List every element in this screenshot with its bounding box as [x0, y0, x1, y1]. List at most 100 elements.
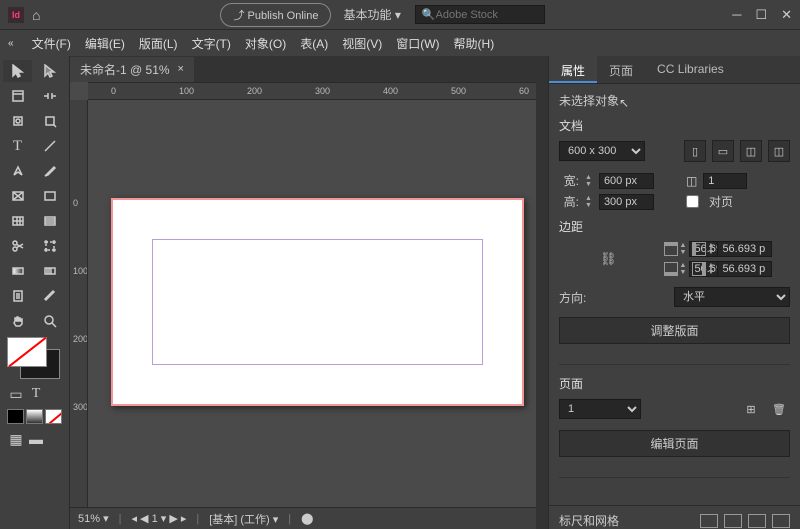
page-select[interactable]: 1 [559, 399, 641, 419]
menu-help[interactable]: 帮助(H) [454, 35, 495, 52]
formatting-text-icon[interactable]: T [27, 386, 45, 402]
menu-edit[interactable]: 编辑(E) [85, 35, 125, 52]
document-tab[interactable]: 未命名-1 @ 51% × [70, 57, 194, 82]
baseline-grid-icon[interactable] [724, 514, 742, 528]
adjust-layout-button[interactable]: 调整版面 [559, 317, 790, 344]
page-nav[interactable]: ◂ ◀ 1 ▾ ▶ ▸ [131, 512, 186, 525]
rectangle-tool[interactable] [35, 185, 64, 207]
note-tool[interactable] [3, 285, 32, 307]
publish-online-button[interactable]: ⤴ Publish Online [220, 3, 331, 27]
pen-tool[interactable] [3, 160, 32, 182]
width-stepper[interactable]: ▲▼ [585, 174, 592, 188]
margin-right-icon [692, 262, 706, 276]
margin-left-stepper[interactable]: ▲▼ [708, 242, 715, 256]
page-preset-select[interactable]: 600 x 300 [559, 141, 645, 161]
document-area: 未命名-1 @ 51% × 0 100 200 300 400 500 60 0… [70, 56, 536, 529]
margin-top-stepper[interactable]: ▲▼ [680, 242, 687, 256]
tab-pages[interactable]: 页面 [597, 56, 645, 83]
status-warning-icon[interactable]: ⬤ [301, 512, 313, 525]
content-collector-tool[interactable] [3, 110, 32, 132]
type-tool[interactable]: T [3, 135, 32, 157]
workspace-switcher[interactable]: 基本功能 ▾ [343, 6, 400, 23]
menu-layout[interactable]: 版面(L) [139, 35, 178, 52]
search-input[interactable] [436, 9, 538, 21]
zoom-tool[interactable] [35, 310, 64, 332]
document-grid-icon[interactable] [748, 514, 766, 528]
minimize-button[interactable]: ─ [732, 7, 741, 23]
eyedropper-tool[interactable] [35, 285, 64, 307]
pages-icon: ◫ [686, 174, 697, 188]
ruler-icon[interactable] [700, 514, 718, 528]
margin-right-input[interactable] [717, 261, 772, 277]
formatting-container-icon[interactable]: ▭ [7, 386, 25, 402]
canvas[interactable] [88, 100, 536, 507]
line-tool[interactable] [35, 135, 64, 157]
margin-left-input[interactable] [717, 241, 772, 257]
hand-tool[interactable] [3, 310, 32, 332]
tab-properties[interactable]: 属性 [549, 56, 597, 83]
orientation-landscape-icon[interactable]: ▭ [712, 140, 734, 162]
content-placer-tool[interactable] [35, 110, 64, 132]
margin-bottom-stepper[interactable]: ▲▼ [680, 262, 687, 276]
link-margins-icon[interactable]: ⛓ [559, 251, 658, 267]
menu-window[interactable]: 窗口(W) [396, 35, 439, 52]
menu-object[interactable]: 对象(O) [245, 35, 286, 52]
panel-toggle-icon[interactable]: « [8, 38, 14, 49]
gap-tool[interactable] [35, 85, 64, 107]
tab-cc-libraries[interactable]: CC Libraries [645, 56, 736, 83]
margin-top-icon [664, 242, 678, 256]
layout-grid-icon[interactable] [772, 514, 790, 528]
binding-rtl-icon[interactable]: ◫ [768, 140, 790, 162]
panel-tabs: 属性 页面 CC Libraries [549, 56, 800, 84]
new-page-icon[interactable]: ⊞ [740, 398, 762, 420]
gradient-swatch-tool[interactable] [3, 260, 32, 282]
margin-left-icon [692, 242, 706, 256]
scissors-tool[interactable] [3, 235, 32, 257]
delete-page-icon[interactable]: 🗑 [768, 398, 790, 420]
layer-indicator[interactable]: [基本] (工作) ▾ [209, 511, 278, 527]
height-label: 高: [559, 193, 579, 210]
edit-page-button[interactable]: 编辑页面 [559, 430, 790, 457]
menu-view[interactable]: 视图(V) [342, 35, 382, 52]
view-mode-preview-icon[interactable]: ▬ [27, 431, 45, 447]
menu-table[interactable]: 表(A) [300, 35, 328, 52]
home-icon[interactable]: ⌂ [32, 7, 40, 23]
direct-selection-tool[interactable] [35, 60, 64, 82]
apply-none-icon[interactable] [45, 409, 62, 424]
document-tab-close-icon[interactable]: × [178, 63, 184, 75]
search-field[interactable]: 🔍 [415, 5, 545, 24]
apply-gradient-icon[interactable] [26, 409, 43, 424]
orientation-portrait-icon[interactable]: ▯ [684, 140, 706, 162]
page-tool[interactable] [3, 85, 32, 107]
fill-stroke-swatch[interactable] [7, 337, 62, 379]
ruler-vertical: 0 100 200 300 [70, 100, 88, 507]
apply-color-icon[interactable] [7, 409, 24, 424]
facing-pages-checkbox[interactable] [686, 195, 699, 208]
collapsed-panel-strip[interactable] [536, 56, 548, 529]
height-input[interactable] [599, 194, 654, 210]
page-artboard[interactable] [111, 198, 524, 406]
view-mode-normal-icon[interactable]: ▦ [7, 431, 25, 447]
horizontal-grid-tool[interactable] [35, 210, 64, 232]
rectangle-frame-tool[interactable] [3, 185, 32, 207]
maximize-button[interactable]: ☐ [755, 7, 767, 23]
zoom-level[interactable]: 51% ▾ [78, 512, 109, 525]
free-transform-tool[interactable] [35, 235, 64, 257]
cursor-icon: ↖ [619, 96, 629, 110]
selection-tool[interactable] [3, 60, 32, 82]
grid-frame-tool[interactable] [3, 210, 32, 232]
menu-file[interactable]: 文件(F) [32, 35, 71, 52]
gradient-feather-tool[interactable] [35, 260, 64, 282]
height-stepper[interactable]: ▲▼ [585, 195, 592, 209]
close-button[interactable]: ✕ [781, 7, 792, 23]
width-input[interactable] [599, 173, 654, 189]
orientation-select[interactable]: 水平 [674, 287, 790, 307]
margin-right-stepper[interactable]: ▲▼ [708, 262, 715, 276]
pages-input[interactable] [703, 173, 747, 189]
menu-type[interactable]: 文字(T) [192, 35, 231, 52]
document-tab-title: 未命名-1 @ 51% [80, 61, 170, 78]
pencil-tool[interactable] [35, 160, 64, 182]
binding-ltr-icon[interactable]: ◫ [740, 140, 762, 162]
properties-panel: 属性 页面 CC Libraries 未选择对象↖ 文档 600 x 300 ▯… [548, 56, 800, 529]
section-document: 文档 [559, 117, 790, 134]
